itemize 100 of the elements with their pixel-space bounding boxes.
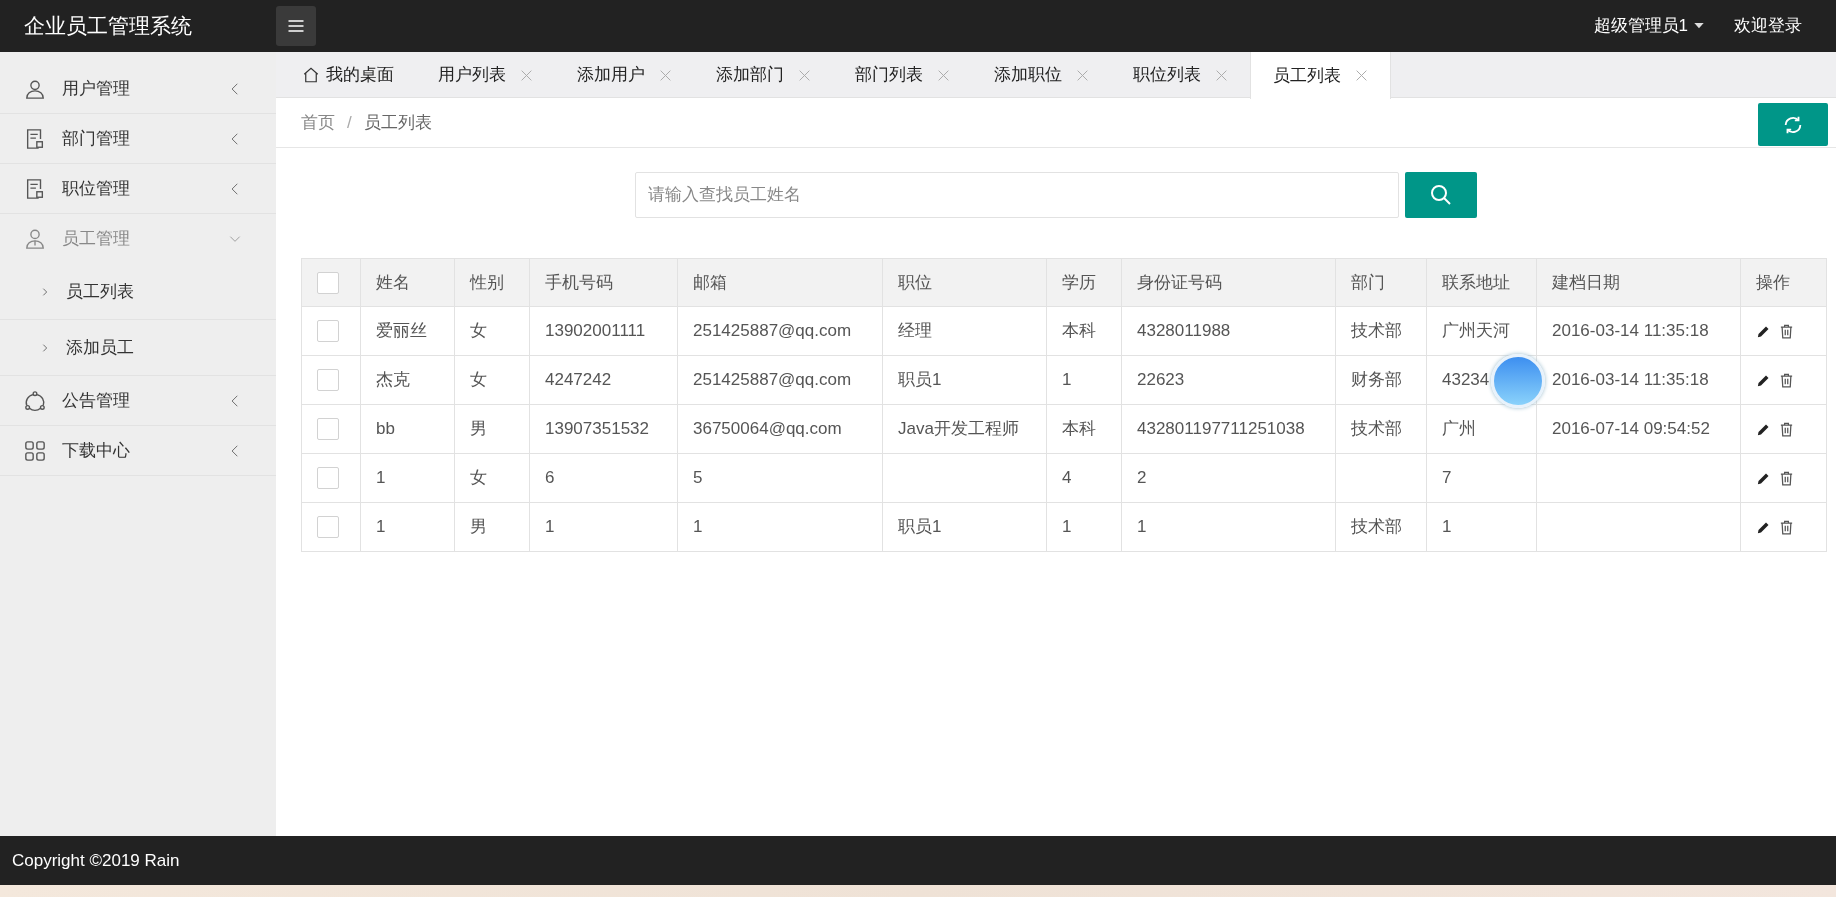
trash-icon[interactable]: [1779, 470, 1794, 486]
sidebar-item[interactable]: 公告管理: [0, 376, 276, 426]
table-cell: 22623: [1137, 370, 1185, 390]
sidebar-label: 员工管理: [62, 228, 130, 251]
table-cell: 13902001111: [545, 321, 646, 341]
sidebar-item[interactable]: 部门管理: [0, 114, 276, 164]
tab[interactable]: 添加部门: [694, 52, 833, 98]
sidebar-subitem[interactable]: 员工列表: [0, 264, 276, 320]
sidebar-label: 用户管理: [62, 77, 130, 100]
table-cell: 6: [545, 468, 555, 488]
table-cell: 36750064@qq.com: [693, 419, 842, 439]
table-cell: 本科: [1062, 321, 1096, 341]
table-cell: 女: [470, 468, 487, 488]
column-header: 联系地址: [1426, 258, 1537, 307]
app-title: 企业员工管理系统: [23, 13, 193, 40]
table-cell: 251425887@qq.com: [693, 321, 852, 341]
document-icon: [24, 177, 46, 200]
close-icon[interactable]: [520, 68, 533, 82]
tab[interactable]: 部门列表: [833, 52, 972, 98]
table-cell: 251425887@qq.com: [693, 370, 852, 390]
sidebar-item[interactable]: 下载中心: [0, 426, 276, 476]
sidebar-subitem[interactable]: 添加员工: [0, 320, 276, 376]
share-icon: [24, 389, 46, 412]
column-header: 身份证号码: [1121, 258, 1336, 307]
chevron-right-icon: [40, 286, 50, 297]
table-cell: 7: [1442, 468, 1452, 488]
table-cell: 职员1: [898, 370, 942, 390]
table-cell: 1: [1062, 517, 1072, 537]
checkbox[interactable]: [317, 467, 339, 489]
tab[interactable]: 我的桌面: [280, 52, 416, 98]
document-icon: [24, 127, 46, 150]
sidebar-item[interactable]: 用户管理: [0, 64, 276, 114]
close-icon[interactable]: [1355, 69, 1368, 82]
column-header: 性别: [454, 258, 530, 307]
tab[interactable]: 用户列表: [416, 52, 555, 98]
table-cell: 1: [376, 468, 386, 488]
table-cell: 43234: [1442, 370, 1490, 390]
column-header: 职位: [882, 258, 1047, 307]
close-icon[interactable]: [659, 68, 672, 82]
table-cell: 2016-03-14 11:35:18: [1552, 321, 1709, 341]
table-cell: 1: [693, 517, 703, 537]
person-icon: [24, 228, 46, 250]
breadcrumb-separator: /: [347, 111, 352, 134]
checkbox[interactable]: [317, 516, 339, 538]
table-cell: bb: [376, 419, 395, 439]
table-cell: 广州天河: [1442, 321, 1510, 341]
table-cell: 1: [1137, 517, 1147, 537]
breadcrumb-current: 员工列表: [363, 111, 432, 134]
tab[interactable]: 添加职位: [972, 52, 1111, 98]
copyright-text: Copyright ©2019 Rain: [12, 849, 180, 872]
checkbox[interactable]: [317, 369, 339, 391]
user-menu[interactable]: 超级管理员1: [1593, 13, 1706, 39]
table-cell: 1: [1062, 370, 1072, 390]
refresh-button[interactable]: [1758, 103, 1828, 146]
checkbox[interactable]: [317, 418, 339, 440]
search-field[interactable]: 请输入查找员工姓名: [635, 172, 1399, 218]
grid-icon: [24, 439, 46, 462]
menu-button[interactable]: [276, 6, 316, 46]
trash-icon[interactable]: [1779, 421, 1794, 437]
table-cell: 技术部: [1351, 321, 1402, 341]
floating-ball-button[interactable]: [1491, 354, 1545, 408]
table-cell: 职员1: [898, 517, 942, 537]
table-cell: 广州: [1442, 419, 1476, 439]
home-icon: [302, 66, 320, 84]
search-button[interactable]: [1405, 172, 1477, 218]
sidebar-label: 添加员工: [66, 336, 134, 359]
table-cell: 杰克: [376, 370, 410, 390]
table-cell: 技术部: [1351, 517, 1402, 537]
chevron-right-icon: [40, 342, 50, 353]
table-cell: 1: [1442, 517, 1452, 537]
table-cell: 经理: [898, 321, 932, 341]
tab[interactable]: 职位列表: [1111, 52, 1250, 98]
sidebar-label: 职位管理: [62, 177, 130, 200]
table-cell: 男: [470, 419, 487, 439]
column-header: 姓名: [360, 258, 455, 307]
checkbox[interactable]: [317, 320, 339, 342]
table-cell: 本科: [1062, 419, 1096, 439]
table-cell: 432801197711251038: [1137, 419, 1305, 439]
trash-icon[interactable]: [1779, 323, 1794, 339]
tab[interactable]: 员工列表: [1250, 52, 1391, 99]
trash-icon[interactable]: [1779, 519, 1794, 535]
breadcrumb-link[interactable]: 首页: [301, 109, 335, 136]
close-icon[interactable]: [798, 68, 811, 82]
table-cell: 爱丽丝: [376, 321, 427, 341]
sidebar-item[interactable]: 职位管理: [0, 164, 276, 214]
tab[interactable]: 添加用户: [555, 52, 694, 98]
close-icon[interactable]: [937, 68, 950, 82]
close-icon[interactable]: [1076, 68, 1089, 82]
checkbox[interactable]: [317, 271, 339, 294]
column-header: 建档日期: [1536, 258, 1741, 307]
table-cell: 5: [693, 468, 703, 488]
table-cell: 1: [545, 517, 555, 537]
close-icon[interactable]: [1215, 68, 1228, 82]
table-cell: 1: [376, 517, 386, 537]
sidebar-label: 员工列表: [66, 280, 134, 303]
table-cell: 4328011988: [1137, 321, 1231, 341]
column-header: 手机号码: [529, 258, 678, 307]
table-cell: 财务部: [1351, 370, 1402, 390]
column-header: 邮箱: [677, 258, 883, 307]
trash-icon[interactable]: [1779, 372, 1794, 388]
